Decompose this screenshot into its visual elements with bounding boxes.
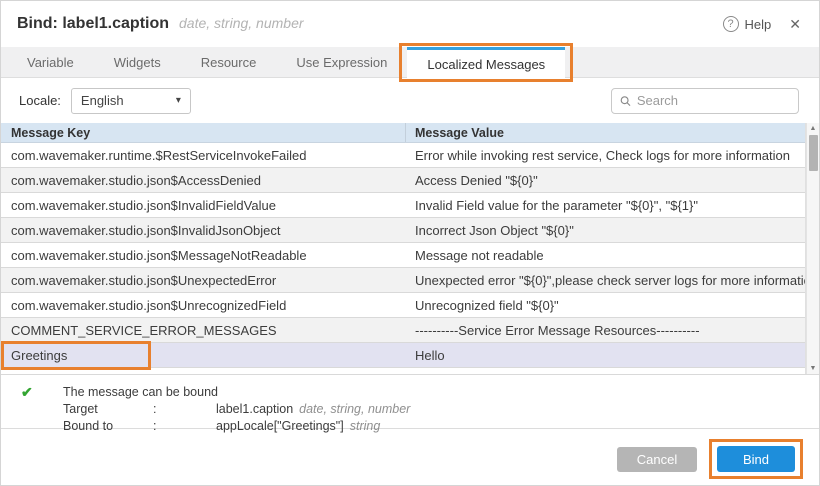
cancel-button[interactable]: Cancel [617,447,697,472]
chevron-down-icon: ▾ [176,95,181,106]
header-actions: ? Help ✕ [723,16,801,33]
table-header-row: Message Key Message Value [1,123,805,143]
dialog-footer: Cancel Bind [1,429,819,479]
table-row[interactable]: com.wavemaker.studio.json$AccessDenied A… [1,168,805,193]
status-bound-row: Bound to:appLocale["Greetings"]string [63,418,410,435]
binding-status-panel: ✔ The message can be bound Target:label1… [1,375,819,429]
tab-localized-messages[interactable]: Localized Messages [407,47,565,78]
vertical-scrollbar[interactable]: ▲ ▼ [806,123,819,374]
table-row[interactable]: com.wavemaker.studio.json$InvalidFieldVa… [1,193,805,218]
messages-table: Message Key Message Value com.wavemaker.… [1,123,819,375]
search-input[interactable] [637,93,790,108]
status-message: The message can be bound [63,384,410,401]
search-icon [620,95,631,107]
table-row[interactable]: com.wavemaker.studio.json$UnrecognizedFi… [1,293,805,318]
status-target-row: Target:label1.captiondate, string, numbe… [63,401,410,418]
help-button[interactable]: ? Help [723,16,772,32]
scrollbar-thumb[interactable] [809,135,818,171]
bind-button[interactable]: Bind [717,446,795,472]
toolbar: Locale: English ▾ [1,78,819,123]
table-row[interactable]: com.wavemaker.studio.json$UnexpectedErro… [1,268,805,293]
tab-resource[interactable]: Resource [181,47,277,77]
locale-group: Locale: English ▾ [19,88,191,114]
annotation-box-bind: Bind [709,439,803,479]
page-title: Bind: label1.caption [17,15,169,33]
column-header-message-key: Message Key [1,123,406,142]
title-type-hint: date, string, number [179,15,304,31]
scroll-down-icon[interactable]: ▼ [810,363,817,374]
tab-variable[interactable]: Variable [7,47,94,77]
tab-bar: Variable Widgets Resource Use Expression… [1,47,819,78]
bind-dialog: Bind: label1.caption date, string, numbe… [0,0,820,486]
check-icon: ✔ [21,384,63,428]
locale-selected-value: English [81,93,124,108]
tab-widgets[interactable]: Widgets [94,47,181,77]
column-header-message-value: Message Value [406,123,805,142]
close-icon[interactable]: ✕ [789,16,801,33]
locale-select[interactable]: English ▾ [71,88,191,114]
search-box[interactable] [611,88,799,114]
table-row[interactable]: com.wavemaker.studio.json$InvalidJsonObj… [1,218,805,243]
dialog-header: Bind: label1.caption date, string, numbe… [1,1,819,47]
tab-use-expression[interactable]: Use Expression [276,47,407,77]
table-row[interactable]: com.wavemaker.runtime.$RestServiceInvoke… [1,143,805,168]
title-wrap: Bind: label1.caption date, string, numbe… [17,15,304,33]
table-row[interactable]: com.wavemaker.studio.json$MessageNotRead… [1,243,805,268]
help-label: Help [745,17,772,32]
locale-label: Locale: [19,93,61,108]
help-icon: ? [723,16,739,32]
table-row[interactable]: COMMENT_SERVICE_ERROR_MESSAGES ---------… [1,318,805,343]
scrollbar-track[interactable] [807,134,819,363]
tab-localized-messages-label: Localized Messages [427,57,545,72]
table-row-selected-greetings[interactable]: Greetings Hello [1,343,805,368]
scroll-up-icon[interactable]: ▲ [810,123,817,134]
